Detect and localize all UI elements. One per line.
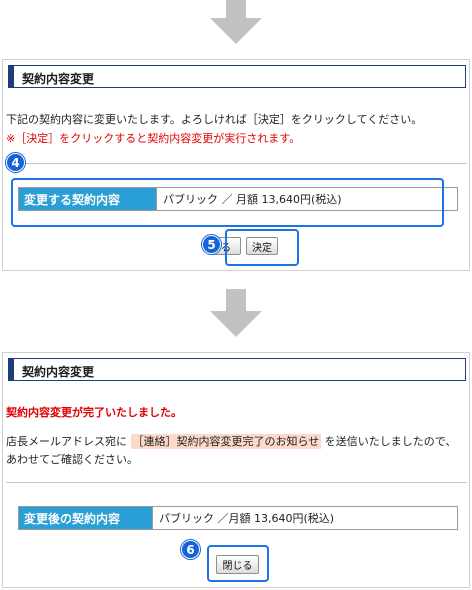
complete-message: 契約内容変更が完了いたしました。 [6, 406, 182, 419]
highlight-box-table [11, 178, 444, 227]
section-heading: 契約内容変更 [8, 358, 466, 381]
sent-notice-suffix: を送信いたしましたので、 [324, 435, 457, 448]
highlight-box-close [207, 545, 269, 582]
section-heading-title: 契約内容変更 [22, 365, 95, 379]
down-arrow-icon [210, 0, 262, 48]
contract-table-value: パブリック ／月額 13,640円(税込) [159, 512, 335, 525]
section-heading: 契約内容変更 [8, 65, 466, 88]
divider [6, 482, 467, 483]
contract-table-label: 変更後の契約内容 [19, 507, 153, 529]
step-badge-5: 5 [202, 235, 221, 254]
divider [6, 163, 467, 164]
step-badge-6: 6 [181, 540, 200, 559]
step-badge-4: 4 [6, 153, 25, 172]
complete-panel: 契約内容変更 契約内容変更が完了いたしました。 店長メールアドレス宛に ［連絡］… [2, 352, 470, 588]
contract-table: 変更後の契約内容 パブリック ／月額 13,640円(税込) [18, 506, 458, 530]
sent-notice-prefix: 店長メールアドレス宛に [6, 435, 127, 448]
intro-text: 下記の契約内容に変更いたします。よろしければ［決定］をクリックしてください。 [6, 113, 423, 126]
confirm-panel: 契約内容変更 下記の契約内容に変更いたします。よろしければ［決定］をクリックして… [2, 59, 470, 271]
sent-notice-line2: あわせてご確認ください。 [6, 453, 138, 466]
highlight-box-decide [225, 229, 299, 266]
mail-subject-highlight: ［連絡］契約内容変更完了のお知らせ [130, 434, 322, 449]
section-heading-title: 契約内容変更 [22, 72, 95, 86]
sent-notice: 店長メールアドレス宛に ［連絡］契約内容変更完了のお知らせ を送信いたしましたの… [6, 433, 456, 449]
down-arrow-icon [210, 289, 262, 341]
warning-text: ※［決定］をクリックすると契約内容変更が実行されます。 [6, 132, 301, 145]
